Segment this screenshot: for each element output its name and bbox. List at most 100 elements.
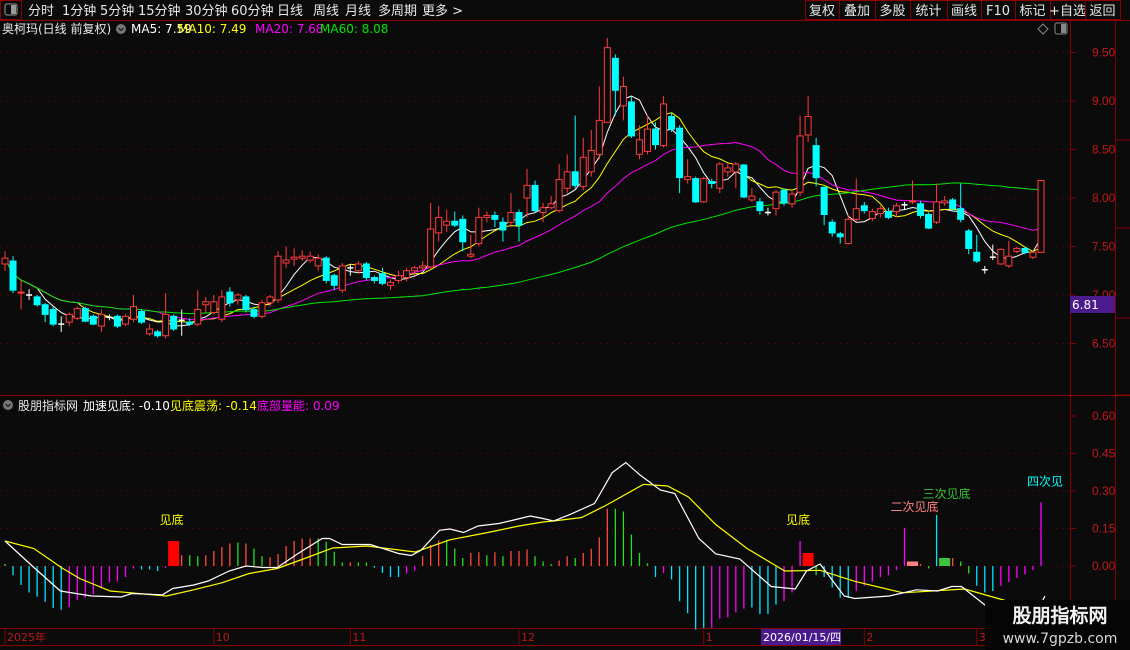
toolbar-button[interactable]: 返回 [1085,0,1121,20]
candle [917,200,925,219]
watermark-title: 股朋指标网 [1012,605,1107,627]
toolbar-button-label: 复权 [809,3,835,19]
candle [210,295,218,315]
candle [338,262,346,294]
candle [627,96,635,138]
top-toolbar: 分时 1分钟 5分钟 15分钟 30分钟 60分钟 日线 周线 月线 多周期 更多 > 复权 叠加 多股… [0,0,1130,21]
candle [451,211,459,228]
date-label: 2025年 [7,630,46,644]
candle [362,262,370,281]
candle [162,293,170,339]
candle [957,183,965,223]
ma20-label: MA20: 7.68 [255,22,323,36]
indicator-tick: 0.30 [1092,484,1116,498]
candle [483,211,491,223]
candle [571,115,579,189]
signal-bar [168,541,180,566]
period-tab[interactable]: 1分钟 [62,3,96,19]
cursor-price: 6.81 [1072,298,1099,312]
toolbar-button[interactable]: +自选 [1049,0,1086,20]
period-tab[interactable]: 日线 [277,4,303,19]
candle [892,202,900,218]
signal-label: 四次见 [1027,474,1063,488]
indicator-tick: 0.00 [1092,559,1116,573]
yellow-line [4,483,1042,610]
side-panel[interactable] [1116,21,1130,650]
candlesticks [1,37,1045,339]
chart-title: 奥柯玛(日线 前复权) [2,21,111,36]
candle [218,290,226,323]
toolbar-button-label: 多股 [879,3,905,19]
period-tab[interactable]: 周线 [313,4,339,19]
candle [322,256,330,284]
candle [772,190,780,216]
indicator-legend: 股朋指标网 加速见底: -0.10 见底震荡: -0.14 底部量能: 0.09 [3,398,340,413]
date-label: 11 [352,631,366,644]
candle [780,188,788,206]
candle [981,265,988,274]
period-tab[interactable]: 15分钟 [138,3,181,19]
candle [427,202,435,269]
candle [563,154,571,194]
candle [73,306,81,321]
candle [860,201,868,214]
toolbar-button[interactable]: 标记 [1015,0,1051,20]
candle [491,211,499,228]
period-tab[interactable]: 30分钟 [185,3,228,19]
candle [812,137,820,187]
period-tab[interactable]: 多周期 [378,3,417,19]
signal-bar [802,553,814,566]
candle [81,306,89,323]
candle [258,299,266,319]
signal-bar [907,561,919,566]
toolbar-button-label: 返回 [1089,4,1115,19]
candle [876,205,884,218]
price-tick: 8.50 [1092,143,1116,157]
candle [378,267,386,286]
period-tab[interactable]: 60分钟 [231,3,274,19]
toolbar-button-label: F10 [986,4,1010,19]
toolbar-button-label: 叠加 [844,4,870,19]
candle [97,309,105,332]
candle [106,314,113,321]
toolbar-button[interactable]: 多股 [875,0,911,20]
candle [443,209,451,232]
candle [595,86,603,160]
candle [933,183,941,225]
candle [1013,246,1021,254]
candle [121,314,129,327]
indicator-axis: 0.60 0.45 0.30 0.15 0.00 [1070,409,1116,573]
panel-toggle-icon[interactable] [1054,22,1068,35]
diamond-icon[interactable] [1037,23,1049,35]
toolbar-button-label: 画线 [951,4,977,19]
toolbar-button[interactable]: 复权 [805,0,840,20]
indicator-lines [4,461,1046,612]
period-tab[interactable]: 分时 [28,4,54,19]
watermark-url: www.7gpzb.com [1003,631,1118,647]
candle [973,234,981,263]
candle [282,246,290,268]
period-tab[interactable]: 更多 > [422,3,463,19]
white-line [4,461,1020,612]
candle [306,251,314,263]
candle [49,306,57,327]
candle [523,168,531,218]
candle [676,125,684,194]
ma10-label: MA10: 7.49 [178,22,246,36]
period-tab[interactable]: 5分钟 [100,3,134,19]
toolbar-button[interactable]: 画线 [947,0,982,20]
collapse-icon[interactable] [3,400,13,410]
candle [884,207,892,220]
candle [507,193,515,228]
candle [603,37,611,123]
toolbar-button-label: +自选 [1049,4,1086,19]
collapse-icon[interactable] [116,24,126,34]
period-tab[interactable]: 月线 [345,4,371,19]
candle [515,209,523,242]
price-tick: 9.00 [1092,94,1116,108]
candle [33,295,41,307]
candle [700,176,708,203]
candle [89,314,97,326]
toolbar-button-label: 标记 [1019,4,1045,19]
candle [692,176,700,203]
